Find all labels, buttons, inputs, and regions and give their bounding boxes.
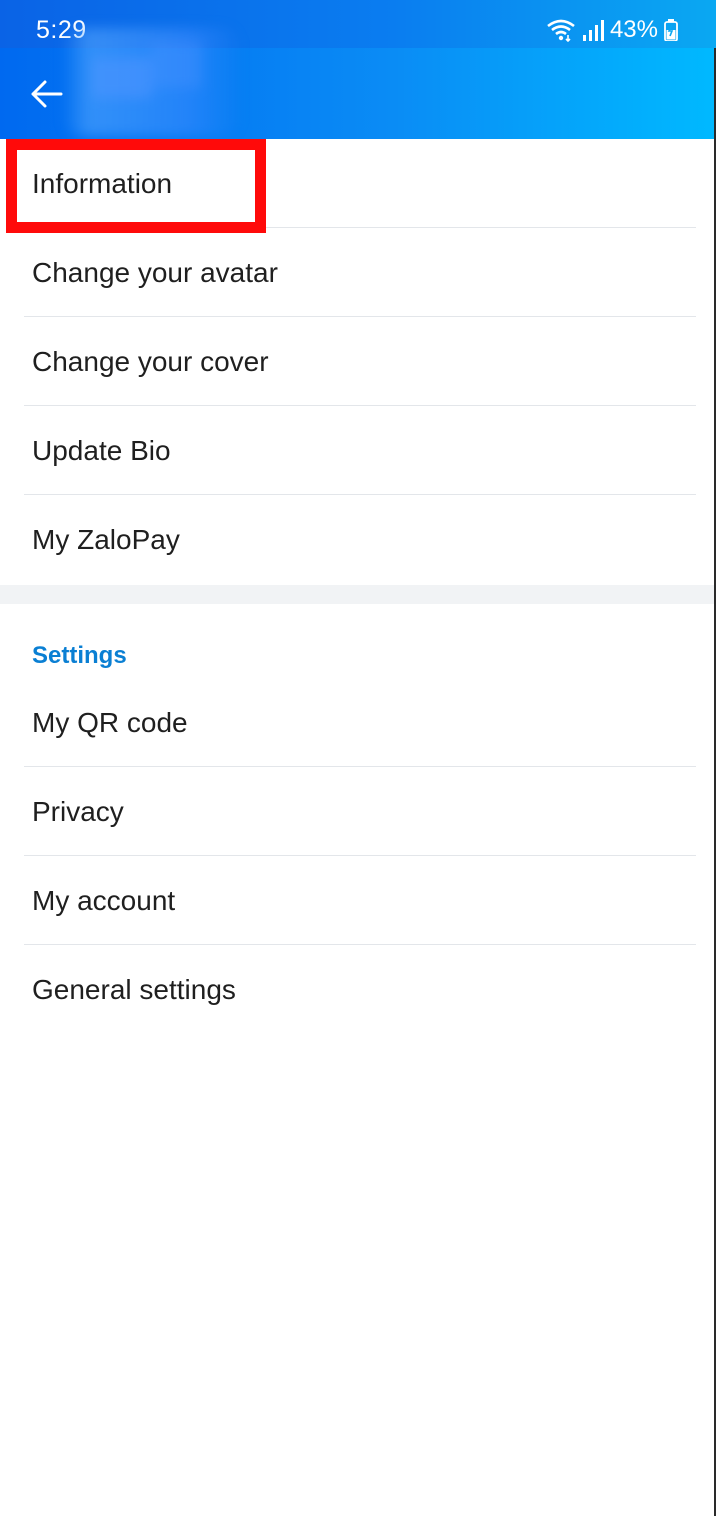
menu-item-privacy[interactable]: Privacy xyxy=(0,767,716,856)
menu-item-label: My account xyxy=(32,884,176,916)
wifi-icon xyxy=(547,19,575,42)
menu-item-label: General settings xyxy=(32,973,236,1005)
section-header-settings: Settings xyxy=(32,642,127,669)
menu-item-label: Update Bio xyxy=(32,434,171,466)
menu-item-my-qr-code[interactable]: My QR code xyxy=(0,678,716,767)
app-bar xyxy=(0,28,716,139)
menu-item-update-bio[interactable]: Update Bio xyxy=(0,406,716,495)
blurred-title xyxy=(62,28,242,136)
menu-item-label: Privacy xyxy=(32,795,124,827)
signal-icon xyxy=(582,20,604,41)
menu-item-information[interactable]: Information xyxy=(0,139,716,228)
menu-item-general-settings[interactable]: General settings xyxy=(0,945,716,1034)
menu-item-change-cover[interactable]: Change your cover xyxy=(0,317,716,406)
menu-item-label: My ZaloPay xyxy=(32,523,180,555)
menu-item-label: My QR code xyxy=(32,706,188,738)
menu-item-label: Change your cover xyxy=(32,345,269,377)
status-icons: 43% xyxy=(546,16,678,44)
menu-item-my-zalopay[interactable]: My ZaloPay xyxy=(0,495,716,584)
menu-item-label: Change your avatar xyxy=(32,256,278,288)
settings-section: Settings My QR code Privacy My account G… xyxy=(0,604,716,1034)
back-button[interactable] xyxy=(22,70,70,118)
menu-item-label: Information xyxy=(32,167,173,199)
arrow-left-icon xyxy=(31,80,63,108)
profile-menu: Information Change your avatar Change yo… xyxy=(0,139,716,584)
battery-percent: 43% xyxy=(609,16,658,43)
section-divider xyxy=(0,585,716,604)
menu-item-my-account[interactable]: My account xyxy=(0,856,716,945)
battery-icon xyxy=(664,19,678,41)
menu-item-change-avatar[interactable]: Change your avatar xyxy=(0,228,716,317)
